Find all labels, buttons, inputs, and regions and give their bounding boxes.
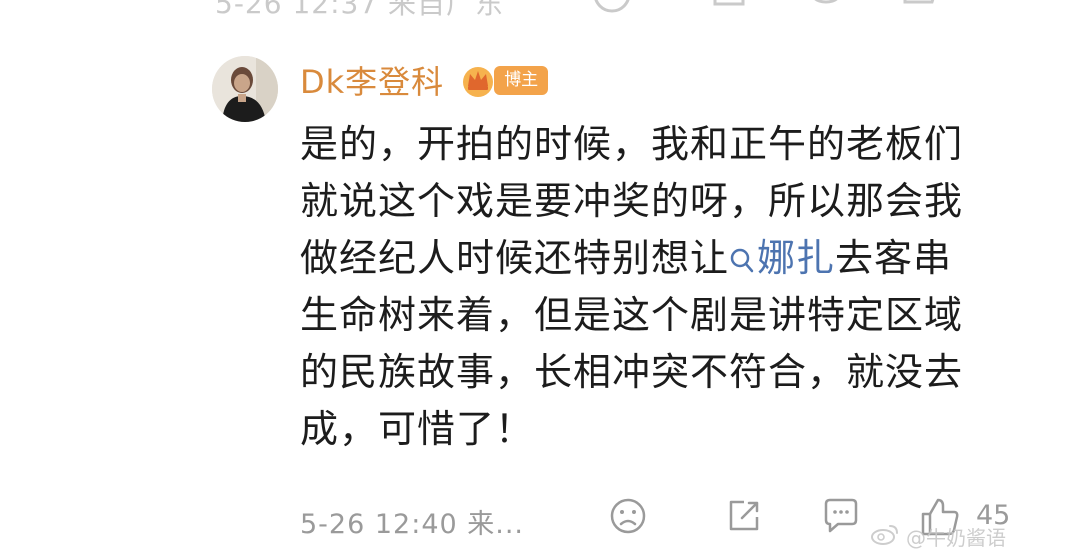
watermark-text: @牛奶酱语 xyxy=(906,526,1006,550)
blogger-badge: 博主 xyxy=(494,65,549,95)
avatar[interactable] xyxy=(212,56,278,122)
comment-text: 是的，开拍的时候，我和正午的老板们就说这个戏是要冲奖的呀，所以那会我做经纪人时候… xyxy=(300,116,990,458)
comment-card: Dk李登科 博主 是的，开拍的时候，我和正午的老板们就说这个戏是要冲奖的呀，所以… xyxy=(0,0,1080,560)
watermark: @牛奶酱语 xyxy=(870,522,1006,551)
share-icon[interactable] xyxy=(724,496,764,543)
search-icon xyxy=(730,248,754,273)
mention-text: 娜扎 xyxy=(757,236,836,280)
weibo-logo-icon xyxy=(870,522,900,551)
reply-icon[interactable] xyxy=(820,496,862,543)
comment-meta: 5-26 12:40 来... xyxy=(300,509,524,540)
mention-link[interactable]: 娜扎 xyxy=(729,236,835,280)
comment-header: Dk李登科 博主 xyxy=(300,57,549,103)
username[interactable]: Dk李登科 xyxy=(300,57,444,103)
crown-icon xyxy=(458,62,498,98)
sad-face-icon[interactable] xyxy=(608,496,648,543)
